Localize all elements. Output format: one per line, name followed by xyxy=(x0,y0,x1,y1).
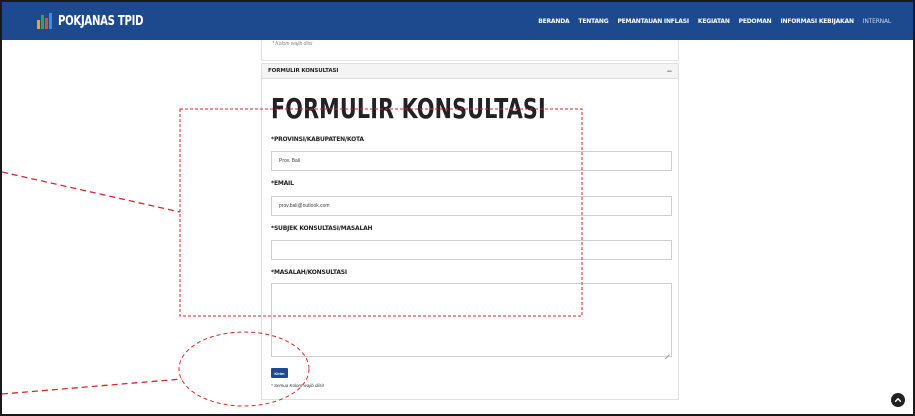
nav-internal[interactable]: INTERNAL xyxy=(863,18,891,25)
chevron-up-icon xyxy=(894,398,902,402)
form-title: FORMULIR KONSULTASI xyxy=(271,92,546,125)
brand[interactable]: POKJANAS TPID xyxy=(37,2,167,40)
message-textarea[interactable] xyxy=(271,283,672,357)
nav-informasi-kebijakan[interactable]: INFORMASI KEBIJAKAN xyxy=(781,18,854,25)
subject-label: *SUBJEK KONSULTASI/MASALAH xyxy=(271,225,373,232)
message-label: *MASALAH/KONSULTASI xyxy=(271,269,347,276)
subject-input[interactable] xyxy=(271,240,672,260)
nav-tentang[interactable]: TENTANG xyxy=(578,18,608,25)
collapse-icon[interactable]: − xyxy=(667,66,672,76)
panel-header-title: FORMULIR KONSULTASI xyxy=(268,68,339,74)
pointer-line-bottom xyxy=(2,378,183,395)
nav-pedoman[interactable]: PEDOMAN xyxy=(739,18,772,25)
email-label: *EMAIL xyxy=(271,180,294,187)
page-frame: POKJANAS TPID BERANDA TENTANG PEMANTAUAN… xyxy=(0,0,915,416)
navbar: POKJANAS TPID BERANDA TENTANG PEMANTAUAN… xyxy=(2,2,913,40)
resize-handle-icon[interactable] xyxy=(665,350,670,355)
brand-name: POKJANAS TPID xyxy=(58,13,144,29)
main-nav: BERANDA TENTANG PEMANTAUAN INFLASI KEGIA… xyxy=(529,2,891,40)
nav-pemantauan-inflasi[interactable]: PEMANTAUAN INFLASI xyxy=(617,18,689,25)
province-input[interactable]: Prov. Bali xyxy=(271,151,672,171)
scroll-top-button[interactable] xyxy=(891,393,905,407)
province-label: *PROVINSI/KABUPATEN/KOTA xyxy=(271,136,364,143)
panel-header[interactable]: FORMULIR KONSULTASI − xyxy=(262,64,678,79)
required-note: * Semua Kolom wajib diisi! xyxy=(271,383,325,388)
pointer-line-top xyxy=(2,171,181,213)
submit-button[interactable]: Kirim xyxy=(271,368,288,378)
brand-logo-icon xyxy=(37,13,53,29)
email-input[interactable]: prov.bali@outlook.com xyxy=(271,196,672,216)
consultation-panel: FORMULIR KONSULTASI − FORMULIR KONSULTAS… xyxy=(261,63,679,400)
previous-required-note: * Kolom wajib diisi xyxy=(272,41,313,47)
previous-panel: * Kolom wajib diisi xyxy=(261,40,679,61)
nav-kegiatan[interactable]: KEGIATAN xyxy=(698,18,730,25)
nav-beranda[interactable]: BERANDA xyxy=(538,18,569,25)
